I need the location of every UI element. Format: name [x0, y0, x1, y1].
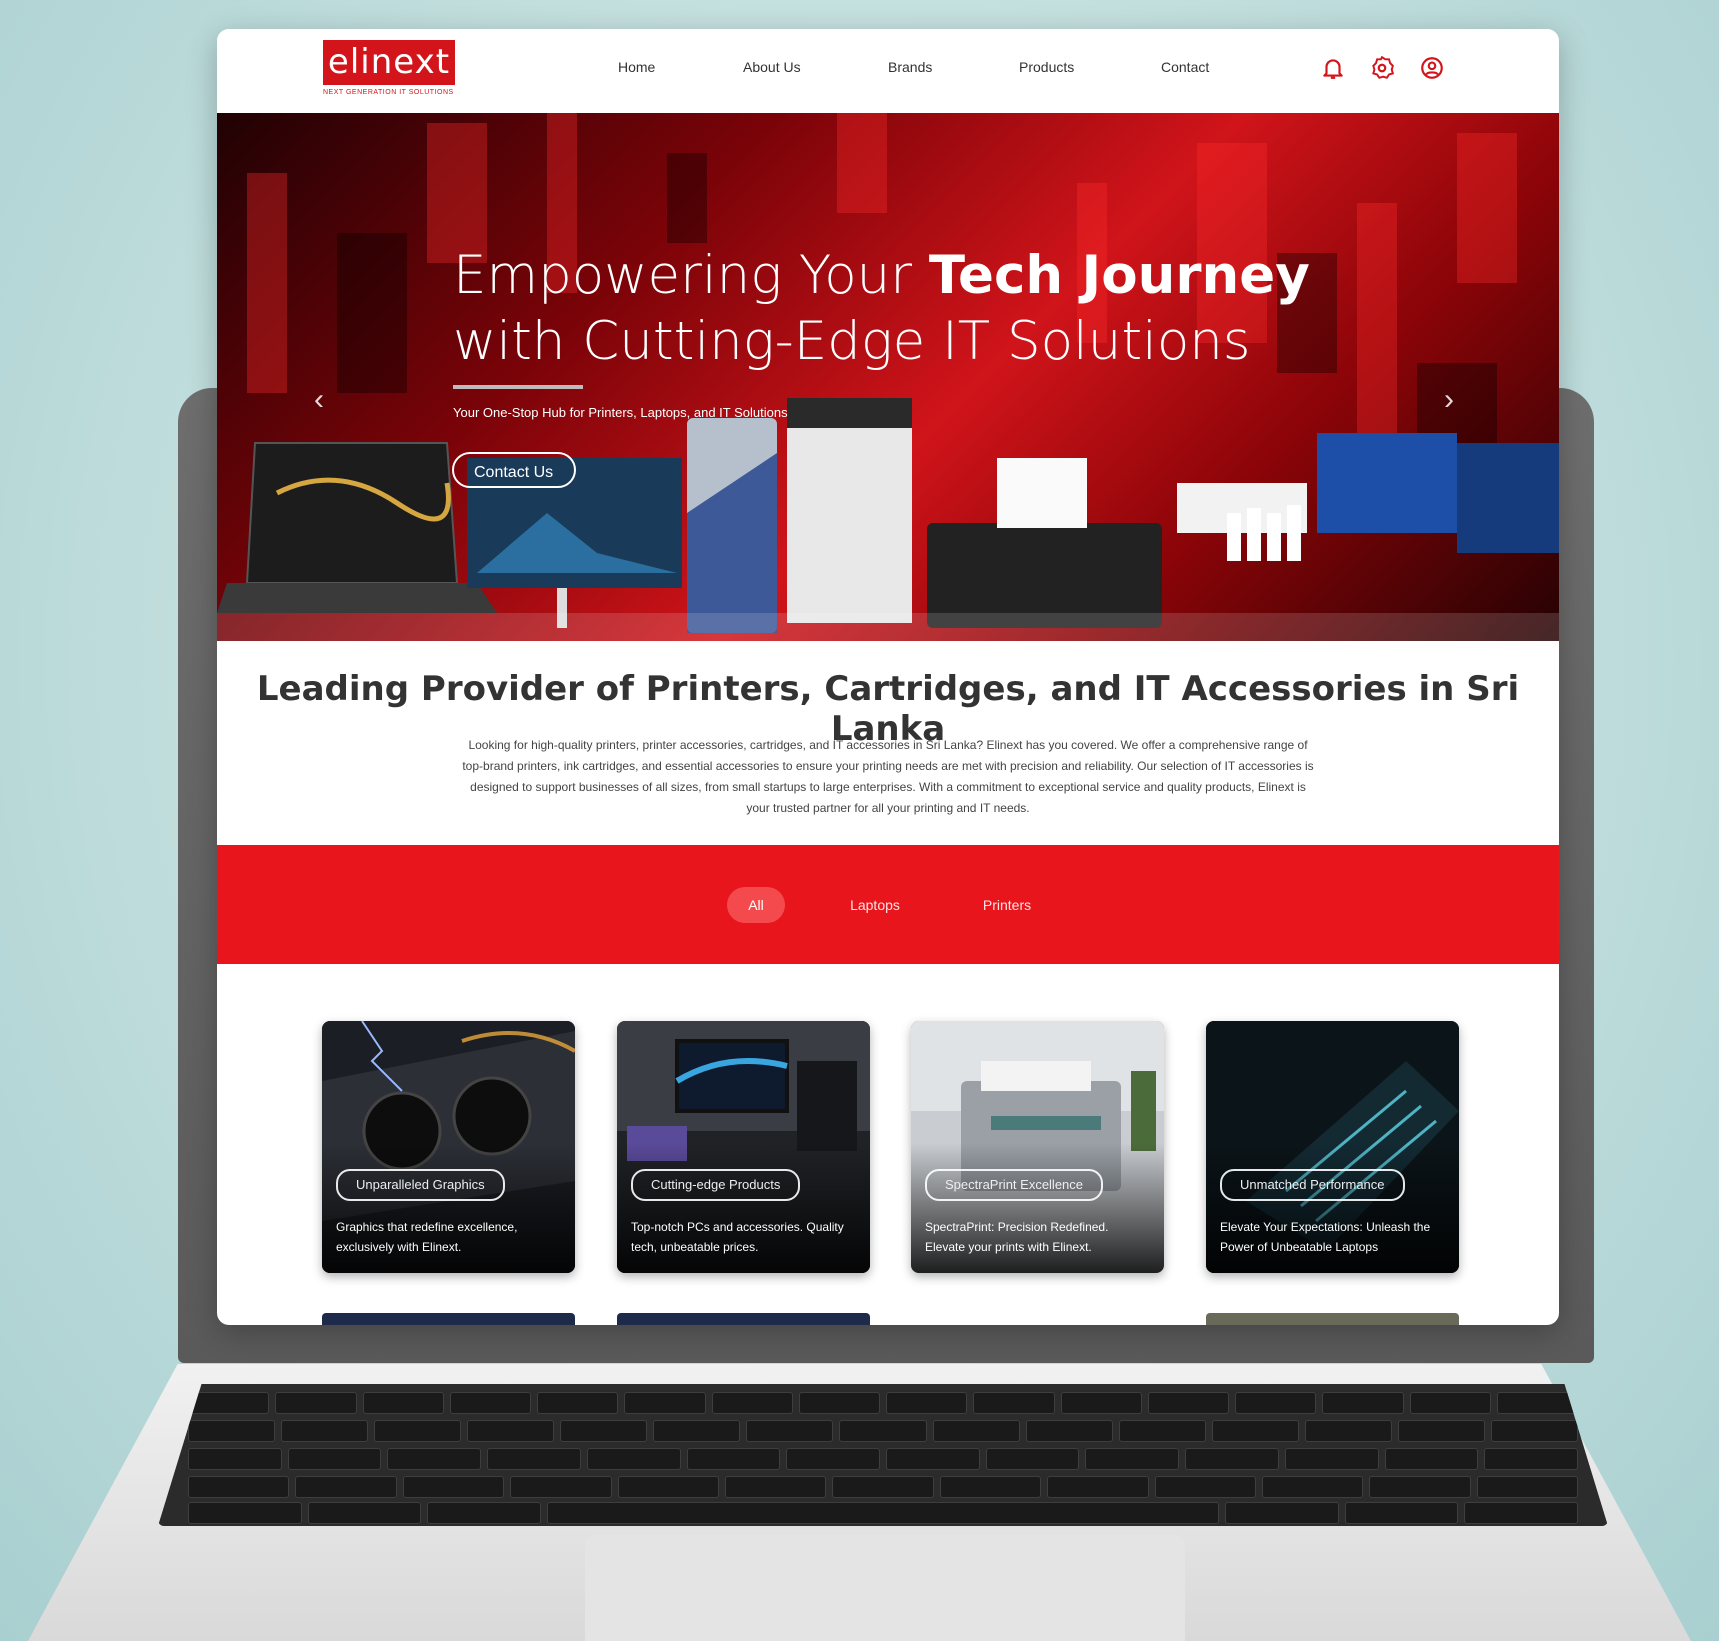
logo-wordmark: elinext [323, 40, 455, 85]
gear-icon[interactable] [1369, 55, 1395, 81]
bell-icon[interactable] [1320, 55, 1346, 81]
nav-about-us[interactable]: About Us [743, 59, 801, 75]
product-card-peek [322, 1313, 575, 1325]
chevron-right-icon[interactable]: › [1444, 383, 1454, 417]
intro-paragraph: Looking for high-quality printers, print… [462, 738, 1314, 815]
category-filter-bar: All Laptops Printers [217, 845, 1559, 964]
product-card[interactable]: SpectraPrint Excellence SpectraPrint: Pr… [911, 1021, 1164, 1273]
product-card[interactable]: Unparalleled Graphics Graphics that rede… [322, 1021, 575, 1273]
nav-home[interactable]: Home [618, 59, 655, 75]
top-navbar: elinext NEXT GENERATION IT SOLUTIONS Hom… [217, 29, 1559, 113]
filter-tab-printers[interactable]: Printers [973, 887, 1041, 923]
laptop-keyboard [158, 1384, 1608, 1526]
logo-tagline: NEXT GENERATION IT SOLUTIONS [323, 89, 454, 96]
hero-title-light: Empowering Your [453, 245, 929, 306]
nav-brands[interactable]: Brands [888, 59, 932, 75]
website-screen: elinext NEXT GENERATION IT SOLUTIONS Hom… [217, 29, 1559, 1325]
product-card-peek [1206, 1313, 1459, 1325]
hero-divider [453, 385, 583, 389]
hero-title-line2: with Cutting-Edge IT Solutions [453, 311, 1251, 372]
contact-us-button[interactable]: Contact Us [452, 452, 576, 488]
hero-title-bold: Tech Journey [928, 245, 1310, 306]
copier-product-art [787, 413, 912, 623]
user-icon[interactable] [1419, 55, 1445, 81]
card-badge: SpectraPrint Excellence [925, 1169, 1104, 1201]
laptop-trackpad [585, 1535, 1185, 1641]
product-card[interactable]: Unmatched Performance Elevate Your Expec… [1206, 1021, 1459, 1273]
card-badge: Unparalleled Graphics [336, 1169, 505, 1201]
filter-tab-laptops[interactable]: Laptops [837, 887, 913, 923]
hero-subtitle: Your One-Stop Hub for Printers, Laptops,… [453, 405, 788, 420]
card-description: SpectraPrint: Precision Redefined. Eleva… [925, 1220, 1109, 1254]
chevron-left-icon[interactable]: ‹ [314, 383, 324, 417]
elinext-logo[interactable]: elinext NEXT GENERATION IT SOLUTIONS [323, 40, 455, 104]
card-description: Graphics that redefine excellence, exclu… [336, 1220, 518, 1254]
hero-banner: Empowering Your Tech Journey with Cuttin… [217, 113, 1559, 641]
product-card-peek [617, 1313, 870, 1325]
hero-title: Empowering Your Tech Journey with Cuttin… [453, 243, 1353, 375]
product-card[interactable]: Cutting-edge Products Top-notch PCs and … [617, 1021, 870, 1273]
card-description: Top-notch PCs and accessories. Quality t… [631, 1220, 844, 1254]
filter-tab-all[interactable]: All [727, 887, 785, 923]
card-description: Elevate Your Expectations: Unleash the P… [1220, 1220, 1431, 1254]
hero-background-art [217, 113, 1559, 641]
nav-products[interactable]: Products [1019, 59, 1074, 75]
card-badge: Unmatched Performance [1220, 1169, 1405, 1201]
card-badge: Cutting-edge Products [631, 1169, 801, 1201]
nav-contact[interactable]: Contact [1161, 59, 1209, 75]
printer-product-art [927, 523, 1162, 628]
